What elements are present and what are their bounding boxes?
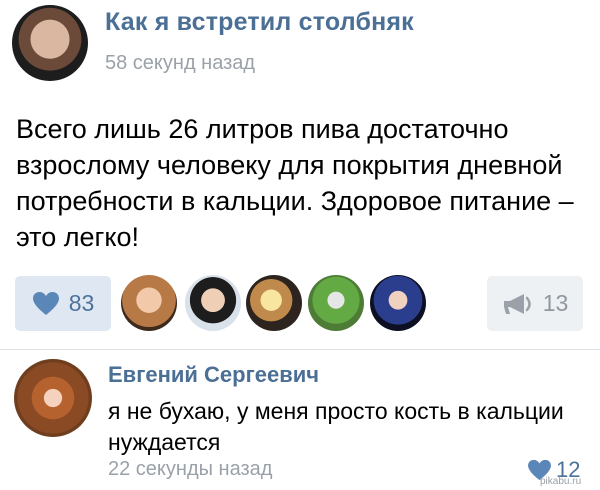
share-count: 13	[542, 290, 569, 316]
comment-timestamp: 22 секунды назад	[108, 458, 273, 480]
liker-avatar[interactable]	[246, 275, 302, 331]
comment-text: я не бухаю, у меня просто кость в кальци…	[108, 398, 564, 455]
heart-icon	[32, 291, 60, 316]
post-author-name[interactable]: Как я встретил столбняк	[105, 8, 414, 37]
comment-author-avatar[interactable]	[14, 359, 92, 437]
liker-avatar[interactable]	[308, 275, 364, 331]
post-timestamp: 58 секунд назад	[105, 52, 256, 74]
comment-author-name[interactable]: Евгений Сергеевич	[108, 362, 319, 388]
like-button[interactable]: 83	[15, 276, 111, 331]
liker-avatar[interactable]	[370, 275, 426, 331]
post-author-avatar[interactable]	[12, 5, 88, 81]
liker-avatar[interactable]	[121, 275, 177, 331]
like-count: 83	[68, 290, 95, 316]
site-watermark: pikabu.ru	[540, 476, 582, 487]
megaphone-icon	[502, 292, 534, 316]
share-button[interactable]: 13	[487, 276, 583, 331]
liker-avatar[interactable]	[185, 275, 241, 331]
divider	[0, 349, 600, 350]
post-text: Всего лишь 26 литров пива достаточно взр…	[16, 114, 574, 252]
